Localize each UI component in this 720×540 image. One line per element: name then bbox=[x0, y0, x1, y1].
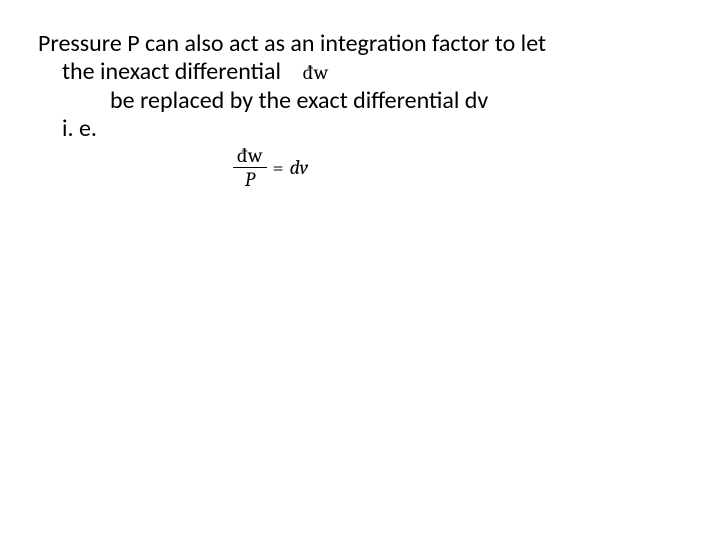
equals-sign: = bbox=[273, 156, 284, 179]
fraction-numerator: đw bbox=[233, 145, 267, 167]
text-line-3: be replaced by the exact differential dv bbox=[38, 87, 682, 115]
text-line-2: the inexact differential đw bbox=[38, 58, 682, 86]
text-line-1: Pressure P can also act as an integratio… bbox=[38, 30, 682, 58]
inline-inexact-differential: đw bbox=[303, 61, 329, 84]
fraction-denominator: P bbox=[241, 168, 259, 190]
equation-rhs: dv bbox=[290, 156, 309, 179]
text-line-2-prefix: the inexact differential bbox=[62, 57, 281, 86]
equation-block: đw P = dv bbox=[233, 145, 682, 197]
body-text-block: Pressure P can also act as an integratio… bbox=[38, 30, 682, 143]
slide: Pressure P can also act as an integratio… bbox=[0, 0, 720, 540]
equation: đw P = dv bbox=[233, 145, 682, 190]
text-line-4: i. e. bbox=[38, 115, 682, 143]
fraction: đw P bbox=[233, 145, 267, 190]
